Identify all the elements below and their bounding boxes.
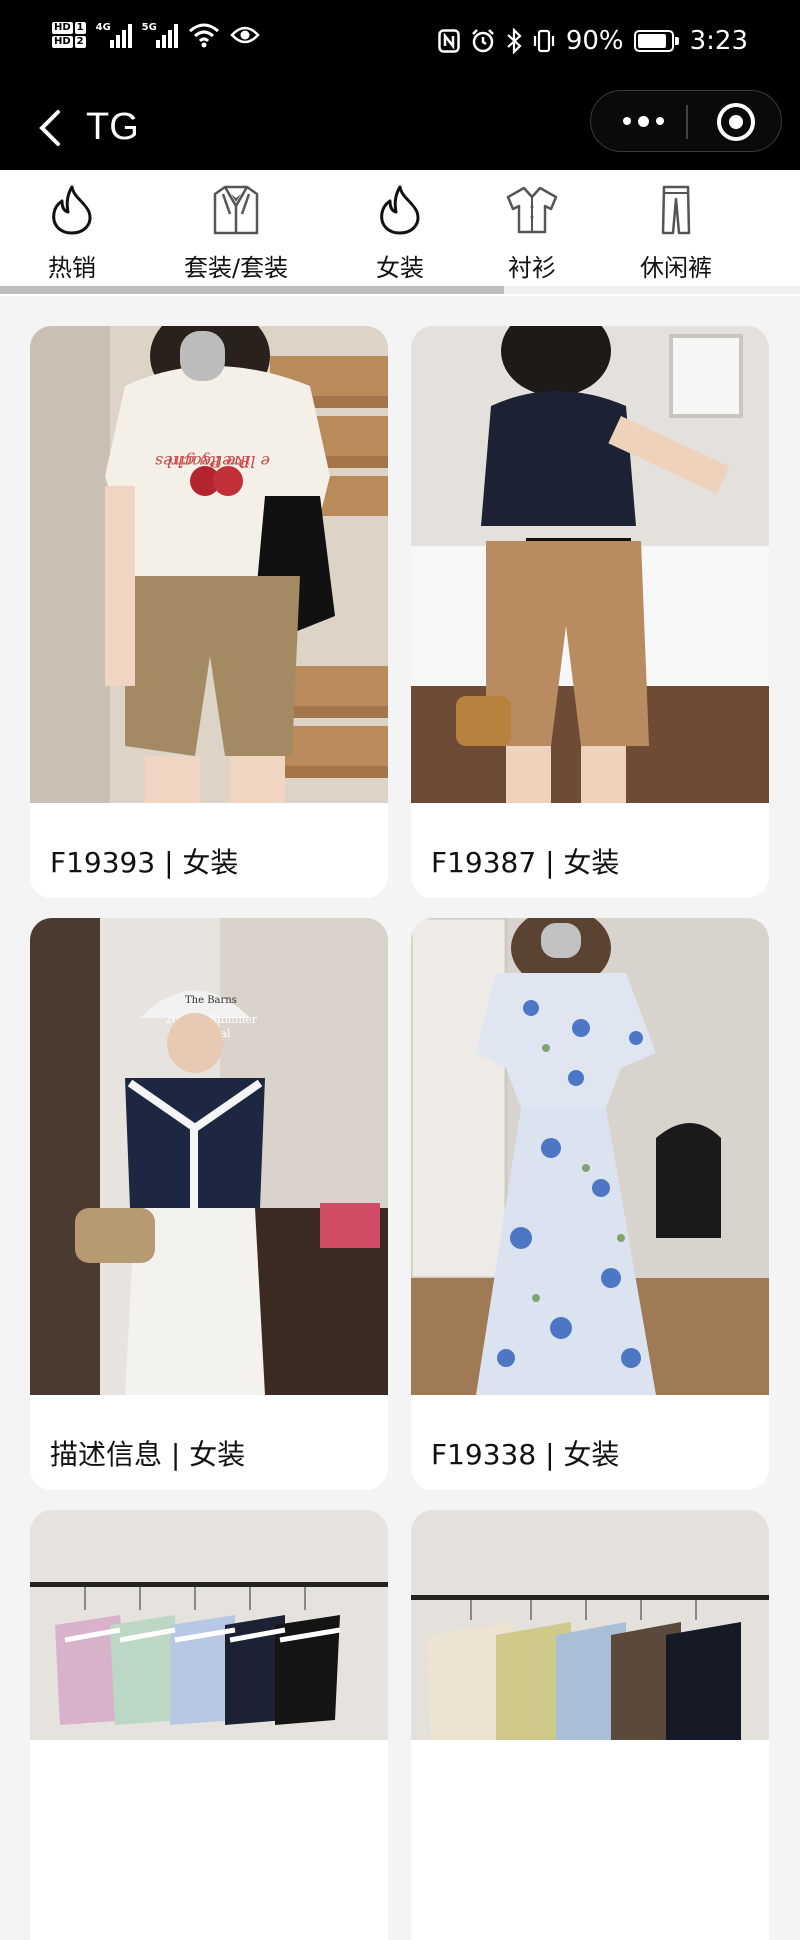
flame-icon — [372, 182, 428, 238]
bluetooth-icon — [507, 28, 522, 54]
product-image: Pretty girl e like Peaches — [30, 326, 388, 803]
category-hot[interactable]: 热销 — [44, 182, 100, 283]
signal-4g-icon: 4G — [96, 22, 132, 48]
product-card[interactable]: The Barns 2023 & Summer new arrival 描述信息… — [30, 918, 388, 1490]
category-casual-pants[interactable]: 休闲裤 — [640, 182, 712, 283]
alarm-icon — [471, 29, 494, 53]
signal-5g-label: 5G — [141, 22, 157, 33]
signal-5g-icon: 5G — [142, 22, 178, 48]
mini-program-capsule — [590, 90, 782, 152]
capsule-divider — [686, 105, 688, 139]
battery-percent: 90% — [565, 26, 624, 56]
hd-indicators: HD 1 HD 2 — [52, 22, 86, 48]
battery-icon — [633, 30, 679, 52]
category-label: 衬衫 — [508, 254, 556, 282]
close-program-icon[interactable] — [717, 103, 755, 141]
product-card[interactable]: F19338 | 女装 — [411, 918, 769, 1490]
flame-icon — [44, 182, 100, 238]
clock: 3:23 — [689, 26, 748, 56]
product-image — [411, 326, 769, 803]
category-tabs: 热销 套装/套装 女装 衬衫 休闲裤 — [0, 170, 800, 296]
back-arrow-icon[interactable] — [32, 104, 76, 152]
category-label: 套装/套装 — [184, 254, 289, 282]
hd1-badge: HD — [52, 22, 73, 34]
category-womenswear[interactable]: 女装 — [372, 182, 428, 283]
mini-program-nav-bar: TG — [0, 88, 800, 170]
status-right: 90% 3:23 — [438, 26, 748, 56]
hd2-badge: HD — [52, 36, 73, 48]
hd1-num: 1 — [74, 22, 86, 34]
category-label: 休闲裤 — [640, 254, 712, 282]
status-bar: HD 1 HD 2 4G 5G 90% 3:23 — [0, 0, 800, 88]
product-card[interactable]: Pretty girl e like Peaches F19393 | 女装 — [30, 326, 388, 898]
nfc-icon — [438, 29, 460, 53]
shirt-icon — [504, 182, 560, 238]
category-label: 女装 — [376, 254, 424, 282]
product-title: F19387 | 女装 — [431, 846, 620, 879]
hd2-num: 2 — [74, 36, 86, 48]
category-shirts[interactable]: 衬衫 — [504, 182, 560, 283]
product-card[interactable] — [30, 1510, 388, 1940]
product-title: F19393 | 女装 — [50, 846, 239, 879]
status-left: HD 1 HD 2 4G 5G — [52, 22, 260, 48]
cap-text: The Barns — [185, 995, 237, 1006]
product-title: 描述信息 | 女装 — [50, 1438, 246, 1471]
suit-icon — [208, 182, 264, 238]
vibrate-icon — [533, 29, 554, 53]
wifi-icon — [188, 23, 219, 48]
product-image — [411, 918, 769, 1395]
category-suits[interactable]: 套装/套装 — [184, 182, 288, 283]
page-title: TG — [86, 106, 139, 148]
signal-4g-label: 4G — [95, 22, 111, 33]
product-title: F19338 | 女装 — [431, 1438, 620, 1471]
product-image — [411, 1510, 769, 1940]
product-image: The Barns 2023 & Summer new arrival — [30, 918, 388, 1395]
pants-icon — [648, 182, 704, 238]
product-image — [30, 1510, 388, 1940]
eye-icon — [229, 26, 260, 44]
battery-level — [637, 34, 666, 48]
product-card[interactable]: F19387 | 女装 — [411, 326, 769, 898]
more-options-icon[interactable] — [617, 105, 669, 137]
product-card[interactable] — [411, 1510, 769, 1940]
category-label: 热销 — [48, 254, 96, 282]
category-scroll-thumb — [0, 286, 504, 294]
